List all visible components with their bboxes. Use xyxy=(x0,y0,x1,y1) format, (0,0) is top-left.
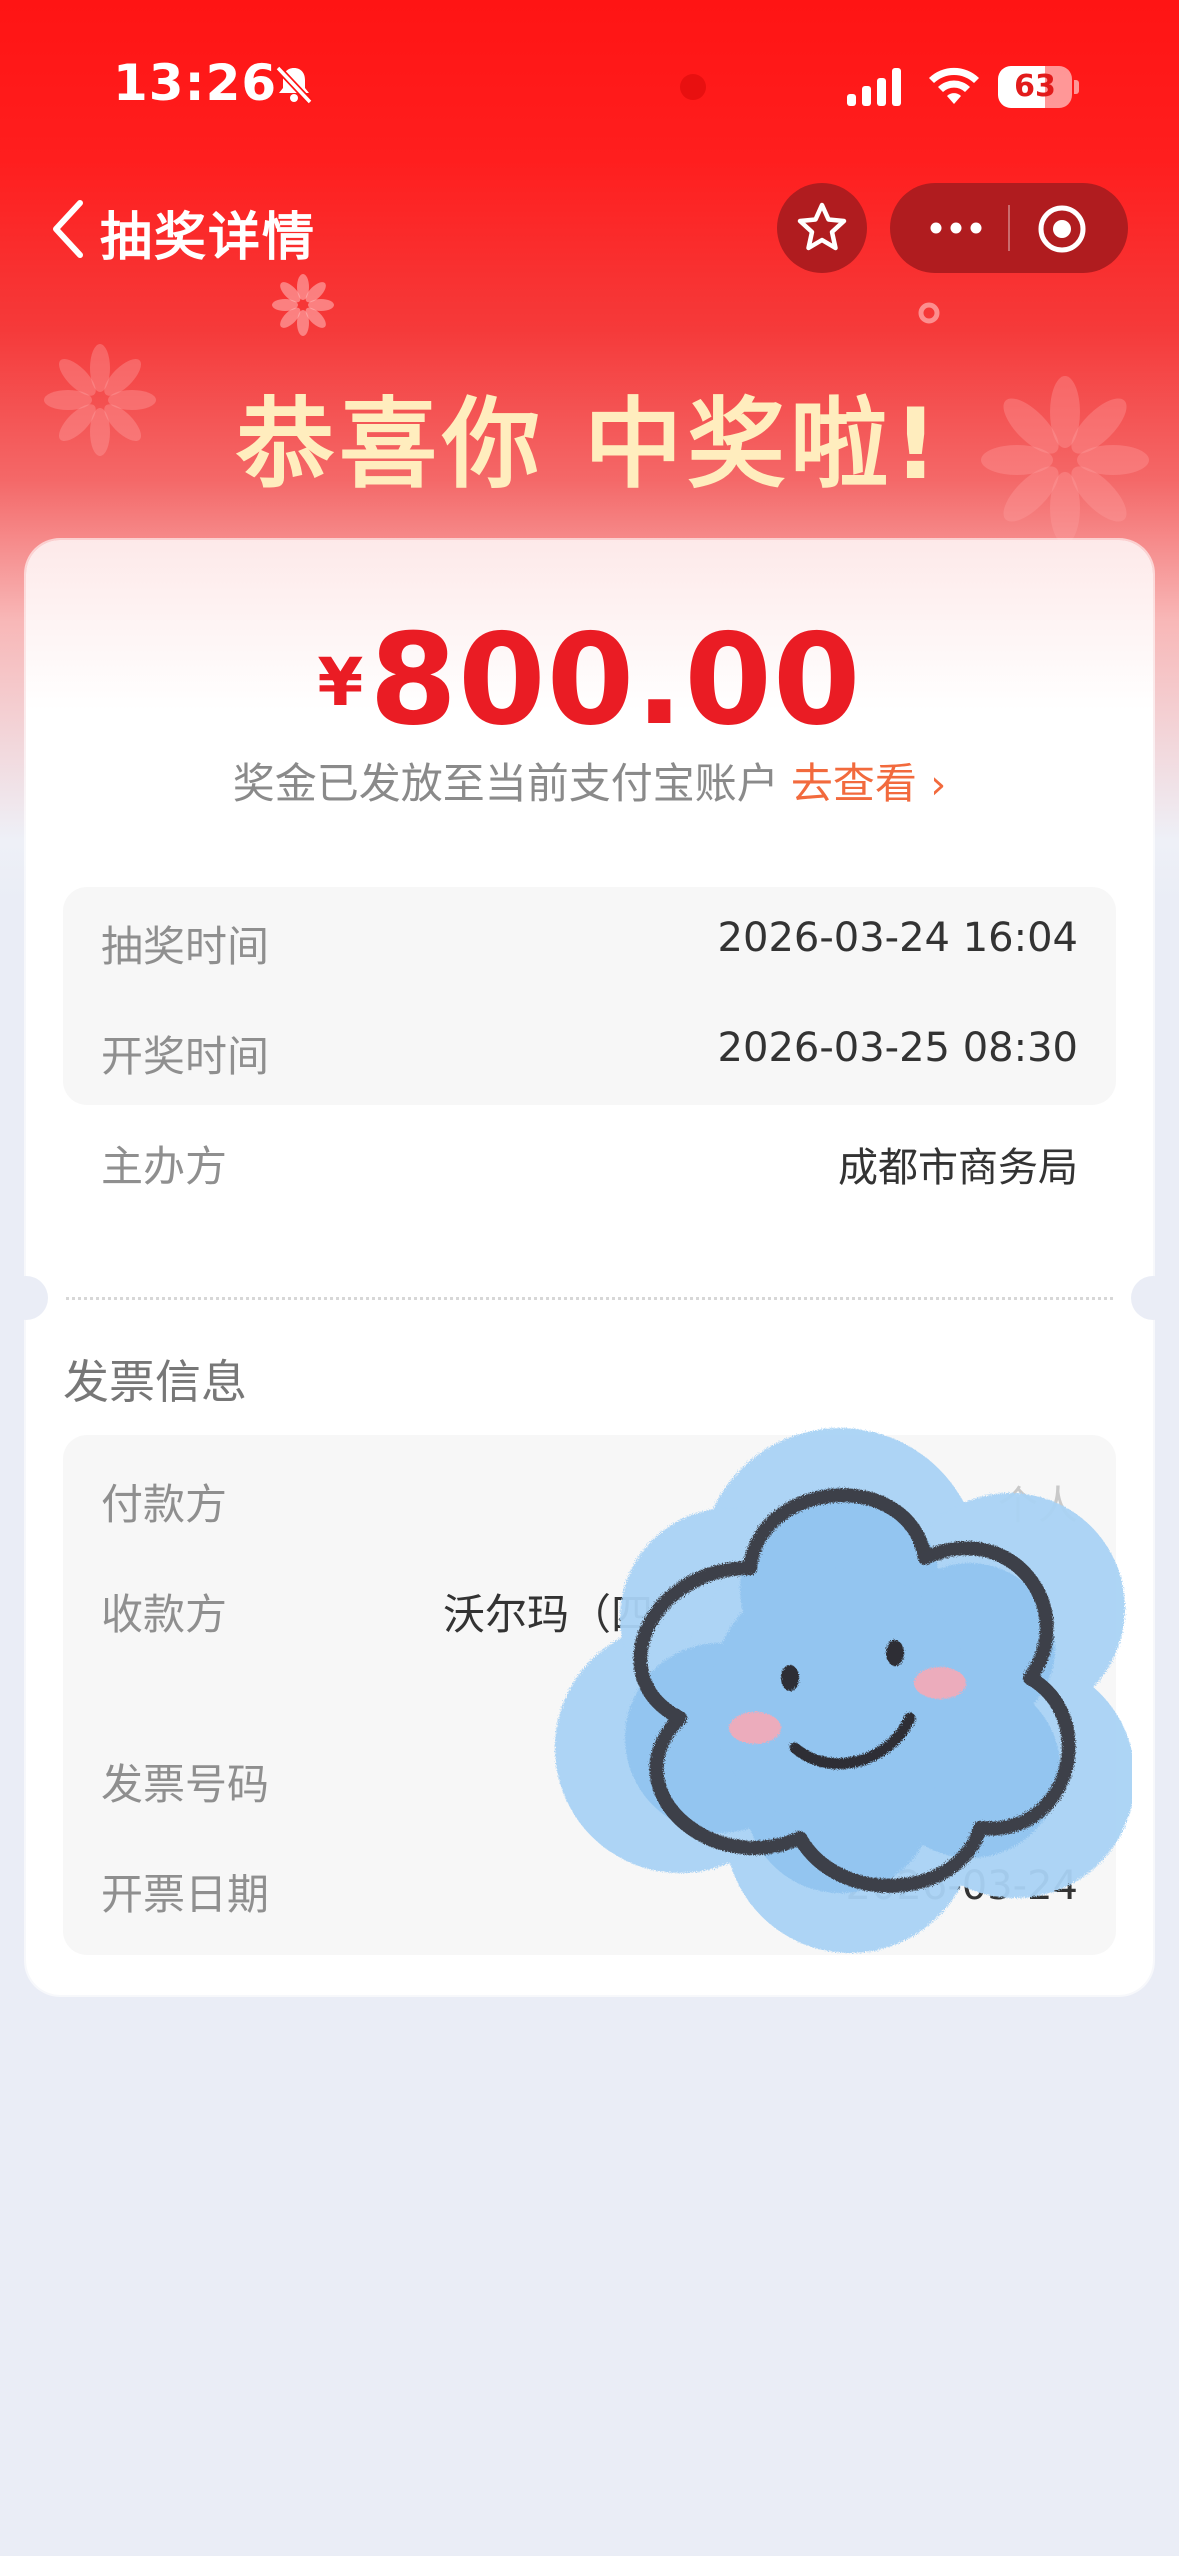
battery-icon: 63 xyxy=(998,66,1079,108)
payout-note: 奖金已发放至当前支付宝账户 去查看 › xyxy=(26,750,1153,811)
lottery-info-box: 抽奖时间 2026-03-24 16:04 开奖时间 2026-03-25 08… xyxy=(63,887,1116,1191)
info-row: 抽奖时间 2026-03-24 16:04 xyxy=(63,897,1116,977)
favorite-button[interactable] xyxy=(777,183,867,273)
chevron-right-icon[interactable]: › xyxy=(930,762,946,808)
amount-value: 800.00 xyxy=(369,606,862,753)
mini-program-capsule xyxy=(890,183,1128,273)
status-bar: 13:26 63 xyxy=(0,0,1179,172)
invoice-label: 开票日期 xyxy=(101,1870,270,1919)
invoice-label: 收款方 xyxy=(101,1590,228,1639)
congrats-headline: 恭喜你 中奖啦! xyxy=(236,388,943,502)
star-icon xyxy=(797,202,847,251)
wifi-icon xyxy=(929,67,979,104)
ticket-notch-left xyxy=(4,1276,48,1320)
info-label: 开奖时间 xyxy=(101,1032,270,1081)
battery-percent: 63 xyxy=(1014,69,1056,104)
info-row: 主办方 成都市商务局 xyxy=(63,1117,1116,1197)
prize-amount: ¥800.00 xyxy=(26,606,1153,753)
info-value: 成都市商务局 xyxy=(838,1145,1078,1191)
page-title: 抽奖详情 xyxy=(100,208,317,268)
target-icon[interactable] xyxy=(1036,203,1088,255)
capsule-divider xyxy=(1008,205,1010,251)
dotted-divider xyxy=(66,1297,1113,1300)
camera-indicator xyxy=(680,74,706,100)
payout-text: 奖金已发放至当前支付宝账户 xyxy=(232,759,779,808)
info-value: 2026-03-24 16:04 xyxy=(717,915,1078,961)
info-label: 主办方 xyxy=(101,1142,228,1191)
info-value: 2026-03-25 08:30 xyxy=(717,1025,1078,1071)
cellular-signal-icon xyxy=(847,68,901,106)
currency-symbol: ¥ xyxy=(317,644,364,721)
info-row: 开奖时间 2026-03-25 08:30 xyxy=(63,1007,1116,1087)
invoice-section-title: 发票信息 xyxy=(63,1355,247,1409)
silent-bell-icon xyxy=(275,65,313,105)
status-time: 13:26 xyxy=(113,54,278,112)
ring-decoration-icon xyxy=(918,302,940,324)
info-label: 抽奖时间 xyxy=(101,922,270,971)
ticket-notch-right xyxy=(1131,1276,1175,1320)
navigation-bar: 抽奖详情 xyxy=(0,175,1179,285)
smiling-cloud-sticker-icon xyxy=(555,1428,1132,1953)
ellipsis-icon[interactable] xyxy=(926,203,986,253)
invoice-label: 付款方 xyxy=(101,1480,228,1529)
view-link[interactable]: 去查看 xyxy=(791,759,917,808)
chevron-left-icon[interactable] xyxy=(46,197,90,261)
invoice-label: 发票号码 xyxy=(101,1760,270,1809)
